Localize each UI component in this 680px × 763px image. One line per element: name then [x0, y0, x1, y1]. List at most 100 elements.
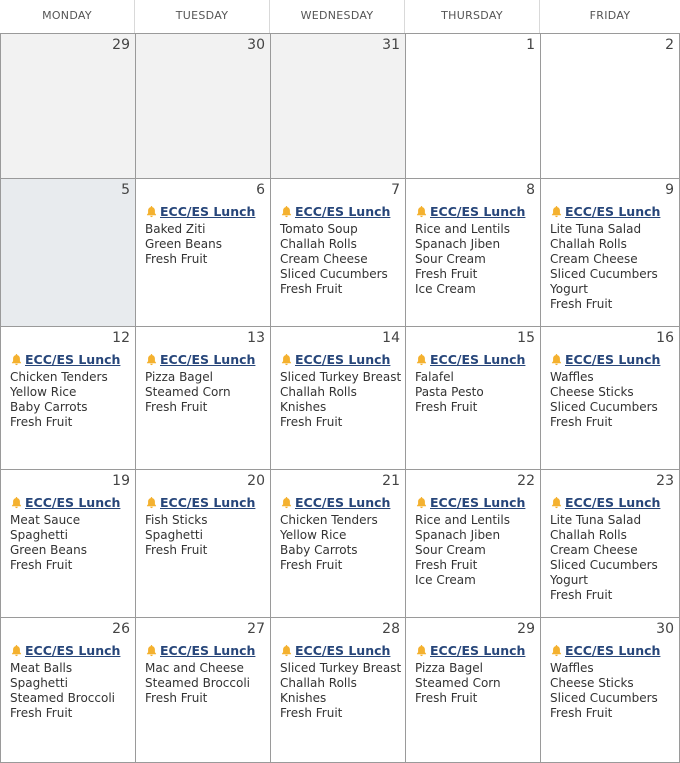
- menu-item: Challah Rolls: [550, 528, 627, 542]
- day-cell[interactable]: 5: [0, 178, 135, 326]
- day-cell[interactable]: 20 ECC/ES Lunch Fish Sticks Spaghetti Fresh …: [135, 469, 270, 617]
- bell-icon: [550, 205, 563, 218]
- bell-icon: [280, 205, 293, 218]
- day-cell[interactable]: 22 ECC/ES Lunch Rice and Lentils Spanach Ji…: [405, 469, 540, 617]
- week-row: 5 6 ECC/ES Lunch Baked Ziti Green Beans Fresh…: [0, 178, 680, 326]
- menu-item-list: Sliced Turkey Breast Challah Rolls Knishes…: [280, 370, 401, 430]
- menu-item: Challah Rolls: [280, 385, 357, 399]
- menu-item: Lite Tuna Salad: [550, 513, 642, 527]
- event-link-ecc-es-lunch[interactable]: ECC/ES Lunch: [10, 352, 120, 367]
- menu-item: Sliced Cucumbers: [550, 400, 658, 414]
- menu-item: Fresh Fruit: [280, 282, 343, 296]
- day-cell[interactable]: 30 ECC/ES Lunch Waffles Cheese Sticks Sliced…: [540, 617, 680, 763]
- menu-item: Steamed Corn: [145, 385, 231, 399]
- menu-item: Rice and Lentils: [415, 222, 510, 236]
- day-cell[interactable]: 28 ECC/ES Lunch Sliced Turkey Breast Challa…: [270, 617, 405, 763]
- menu-item: Yogurt: [550, 573, 588, 587]
- event-link-ecc-es-lunch[interactable]: ECC/ES Lunch: [280, 495, 390, 510]
- day-cell[interactable]: 27 ECC/ES Lunch Mac and Cheese Steamed Broc…: [135, 617, 270, 763]
- day-cell[interactable]: 23 ECC/ES Lunch Lite Tuna Salad Challah Rol…: [540, 469, 680, 617]
- menu-item: Cheese Sticks: [550, 385, 634, 399]
- bell-icon: [10, 496, 23, 509]
- event-link-ecc-es-lunch[interactable]: ECC/ES Lunch: [415, 495, 525, 510]
- event-link-ecc-es-lunch[interactable]: ECC/ES Lunch: [550, 643, 660, 658]
- date-number: 9: [665, 182, 674, 198]
- event-link-ecc-es-lunch[interactable]: ECC/ES Lunch: [550, 204, 660, 219]
- event-link-ecc-es-lunch[interactable]: ECC/ES Lunch: [280, 204, 390, 219]
- event-link-ecc-es-lunch[interactable]: ECC/ES Lunch: [145, 643, 255, 658]
- menu-item-list: Falafel Pasta Pesto Fresh Fruit: [415, 370, 484, 415]
- menu-item: Sliced Cucumbers: [550, 691, 658, 705]
- menu-item: Cream Cheese: [550, 252, 638, 266]
- event-title: ECC/ES Lunch: [160, 352, 256, 367]
- event-link-ecc-es-lunch[interactable]: ECC/ES Lunch: [145, 352, 255, 367]
- day-cell[interactable]: 26 ECC/ES Lunch Meat Balls Spaghetti Steamed…: [0, 617, 135, 763]
- bell-icon: [280, 496, 293, 509]
- event-link-ecc-es-lunch[interactable]: ECC/ES Lunch: [145, 204, 255, 219]
- menu-item-list: Pizza Bagel Steamed Corn Fresh Fruit: [415, 661, 501, 706]
- bell-icon: [145, 496, 158, 509]
- day-cell[interactable]: 29 ECC/ES Lunch Pizza Bagel Steamed Corn Fre…: [405, 617, 540, 763]
- date-number: 31: [382, 37, 400, 53]
- event-link-ecc-es-lunch[interactable]: ECC/ES Lunch: [10, 495, 120, 510]
- day-cell[interactable]: 15 ECC/ES Lunch Falafel Pasta Pesto Fresh Fr…: [405, 326, 540, 469]
- menu-item: Cream Cheese: [550, 543, 638, 557]
- bell-icon: [145, 353, 158, 366]
- day-cell[interactable]: 29: [0, 33, 135, 178]
- event-link-ecc-es-lunch[interactable]: ECC/ES Lunch: [415, 643, 525, 658]
- event-title: ECC/ES Lunch: [25, 643, 121, 658]
- menu-item: Waffles: [550, 661, 594, 675]
- day-cell[interactable]: 9 ECC/ES Lunch Lite Tuna Salad Challah Roll…: [540, 178, 680, 326]
- menu-item: Mac and Cheese: [145, 661, 244, 675]
- menu-item: Sliced Cucumbers: [550, 558, 658, 572]
- event-link-ecc-es-lunch[interactable]: ECC/ES Lunch: [550, 352, 660, 367]
- calendar-grid: 29 30 31 1 2 5 6 ECC/ES Lunch Baked Ziti Green Be…: [0, 33, 680, 763]
- day-cell[interactable]: 19 ECC/ES Lunch Meat Sauce Spaghetti Green B…: [0, 469, 135, 617]
- event-link-ecc-es-lunch[interactable]: ECC/ES Lunch: [145, 495, 255, 510]
- menu-item: Ice Cream: [415, 573, 476, 587]
- date-number: 26: [112, 621, 130, 637]
- menu-item: Fresh Fruit: [550, 297, 613, 311]
- date-number: 21: [382, 473, 400, 489]
- event-title: ECC/ES Lunch: [160, 643, 256, 658]
- menu-item-list: Tomato Soup Challah Rolls Cream Cheese Slic…: [280, 222, 388, 297]
- event-link-ecc-es-lunch[interactable]: ECC/ES Lunch: [415, 352, 525, 367]
- menu-item: Fresh Fruit: [10, 706, 73, 720]
- menu-item: Pasta Pesto: [415, 385, 484, 399]
- event-title: ECC/ES Lunch: [565, 643, 661, 658]
- date-number: 23: [656, 473, 674, 489]
- menu-item: Spanach Jiben: [415, 237, 501, 251]
- day-cell[interactable]: 2: [540, 33, 680, 178]
- event-link-ecc-es-lunch[interactable]: ECC/ES Lunch: [280, 352, 390, 367]
- menu-item: Yogurt: [550, 282, 588, 296]
- bell-icon: [415, 353, 428, 366]
- menu-item: Ice Cream: [415, 282, 476, 296]
- menu-item: Sliced Cucumbers: [550, 267, 658, 281]
- day-cell[interactable]: 31: [270, 33, 405, 178]
- day-cell[interactable]: 16 ECC/ES Lunch Waffles Cheese Sticks Sliced…: [540, 326, 680, 469]
- menu-item: Sour Cream: [415, 543, 486, 557]
- day-cell[interactable]: 6 ECC/ES Lunch Baked Ziti Green Beans Fresh …: [135, 178, 270, 326]
- menu-item: Spaghetti: [10, 676, 68, 690]
- day-cell[interactable]: 14 ECC/ES Lunch Sliced Turkey Breast Challa…: [270, 326, 405, 469]
- date-number: 29: [517, 621, 535, 637]
- menu-item-list: Baked Ziti Green Beans Fresh Fruit: [145, 222, 222, 267]
- date-number: 30: [247, 37, 265, 53]
- day-cell[interactable]: 8 ECC/ES Lunch Rice and Lentils Spanach Jib…: [405, 178, 540, 326]
- event-link-ecc-es-lunch[interactable]: ECC/ES Lunch: [415, 204, 525, 219]
- date-number: 2: [665, 37, 674, 53]
- event-title: ECC/ES Lunch: [25, 495, 121, 510]
- day-cell[interactable]: 12 ECC/ES Lunch Chicken Tenders Yellow Rice…: [0, 326, 135, 469]
- day-cell[interactable]: 7 ECC/ES Lunch Tomato Soup Challah Rolls Cre…: [270, 178, 405, 326]
- menu-item-list: Lite Tuna Salad Challah Rolls Cream Cheese…: [550, 513, 658, 603]
- menu-item: Challah Rolls: [550, 237, 627, 251]
- day-cell[interactable]: 1: [405, 33, 540, 178]
- event-link-ecc-es-lunch[interactable]: ECC/ES Lunch: [10, 643, 120, 658]
- event-link-ecc-es-lunch[interactable]: ECC/ES Lunch: [280, 643, 390, 658]
- event-link-ecc-es-lunch[interactable]: ECC/ES Lunch: [550, 495, 660, 510]
- day-cell[interactable]: 21 ECC/ES Lunch Chicken Tenders Yellow Rice…: [270, 469, 405, 617]
- day-cell[interactable]: 13 ECC/ES Lunch Pizza Bagel Steamed Corn Fre…: [135, 326, 270, 469]
- menu-item: Yellow Rice: [280, 528, 347, 542]
- menu-item: Steamed Corn: [415, 676, 501, 690]
- day-cell[interactable]: 30: [135, 33, 270, 178]
